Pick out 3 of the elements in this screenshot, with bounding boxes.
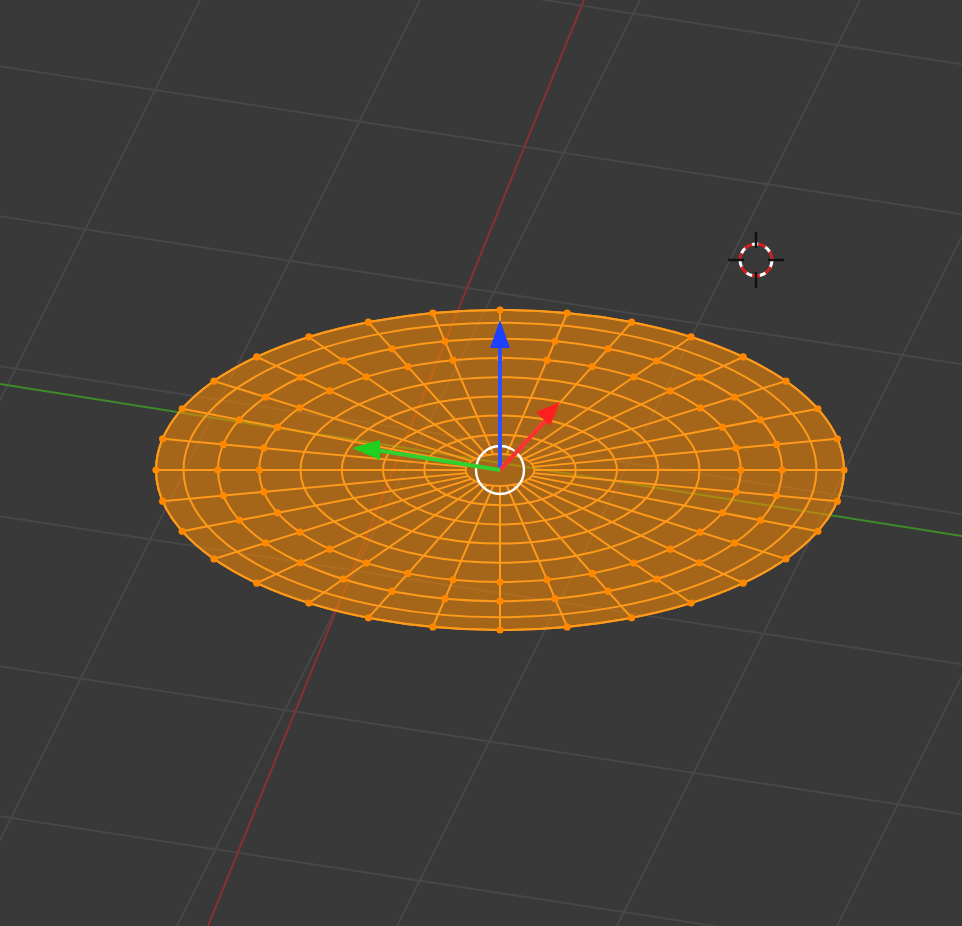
transform-gizmo-drawing[interactable] <box>352 320 560 496</box>
mesh-drawing[interactable] <box>152 306 848 634</box>
3d-cursor-icon <box>726 230 786 290</box>
